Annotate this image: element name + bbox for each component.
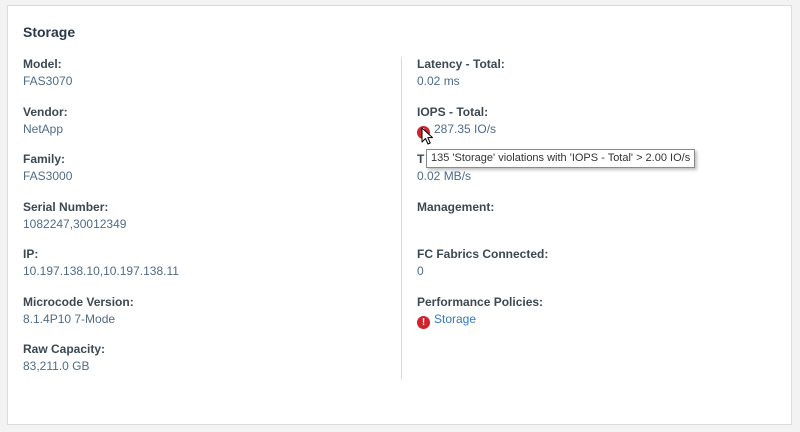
card-title: Storage	[23, 24, 76, 40]
field-ip: IP: 10.197.138.10,10.197.138.11	[23, 247, 383, 295]
field-value: FAS3070	[23, 74, 73, 88]
right-column: Latency - Total: 0.02 ms IOPS - Total: !…	[417, 57, 777, 342]
field-value: 10.197.138.10,10.197.138.11	[23, 264, 179, 278]
field-label: IP:	[23, 247, 39, 261]
iops-value: 287.35 IO/s	[434, 121, 497, 136]
field-value-row: !287.35 IO/s	[417, 121, 777, 139]
field-label: Raw Capacity:	[23, 342, 106, 356]
policy-link[interactable]: Storage	[434, 312, 476, 326]
field-value: 83,211.0 GB	[23, 359, 90, 373]
field-model: Model: FAS3070	[23, 57, 383, 105]
field-value: 1082247,30012349	[23, 216, 127, 231]
field-label: Serial Number:	[23, 199, 109, 214]
violations-tooltip: 135 'Storage' violations with 'IOPS - To…	[426, 149, 696, 168]
field-label: Microcode Version:	[23, 294, 134, 309]
field-value: 0.02 MB/s	[417, 169, 472, 183]
field-value: 0	[417, 264, 424, 278]
field-raw-capacity: Raw Capacity: 83,211.0 GB	[23, 342, 383, 390]
field-label: Family:	[23, 152, 66, 166]
alert-icon: !	[417, 315, 430, 329]
field-family: Family: FAS3000	[23, 152, 383, 200]
field-serial-number: Serial Number: 1082247,30012349	[23, 200, 383, 248]
field-label: Model:	[23, 57, 62, 71]
column-divider	[401, 57, 402, 379]
field-microcode-version: Microcode Version: 8.1.4P10 7-Mode	[23, 295, 383, 343]
field-label: FC Fabrics Connected:	[417, 247, 549, 261]
mouse-cursor-icon	[421, 127, 433, 145]
field-value: NetApp	[23, 121, 64, 136]
field-management: Management:	[417, 200, 777, 248]
field-value: FAS3000	[23, 169, 73, 183]
field-performance-policies: Performance Policies: ! Storage	[417, 295, 777, 343]
field-vendor: Vendor: NetApp	[23, 105, 383, 153]
field-label: IOPS - Total:	[417, 104, 489, 119]
left-column: Model: FAS3070 Vendor: NetApp Family: FA…	[23, 57, 383, 390]
field-label: Vendor:	[23, 104, 68, 119]
field-iops-total: IOPS - Total: !287.35 IO/s	[417, 105, 777, 153]
field-fc-fabrics-connected: FC Fabrics Connected: 0	[417, 247, 777, 295]
field-value: 8.1.4P10 7-Mode	[23, 311, 116, 326]
field-label: Performance Policies:	[417, 294, 544, 309]
policy-link-row[interactable]: ! Storage	[417, 311, 777, 329]
storage-card: Storage Model: FAS3070 Vendor: NetApp Fa…	[7, 5, 792, 425]
field-value: 0.02 ms	[417, 74, 460, 88]
field-latency-total: Latency - Total: 0.02 ms	[417, 57, 777, 105]
field-label: Management:	[417, 199, 495, 214]
field-label: Latency - Total:	[417, 57, 505, 71]
